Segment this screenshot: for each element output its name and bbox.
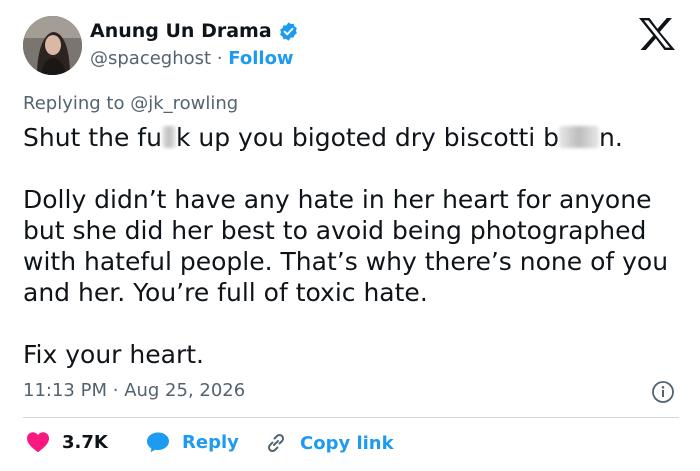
follow-button[interactable]: Follow xyxy=(228,48,293,69)
censor-blur xyxy=(559,126,600,148)
divider xyxy=(23,417,679,418)
replying-prefix: Replying to xyxy=(23,93,125,114)
link-icon xyxy=(267,433,285,453)
tweet-timestamp[interactable]: 11:13 PM · Aug 25, 2026 xyxy=(23,380,245,401)
tweet-time[interactable]: 11:13 PM xyxy=(23,380,107,401)
tweet-text-part: k up you bigoted dry biscotti b xyxy=(175,123,560,152)
verified-badge-icon xyxy=(279,21,297,41)
like-button[interactable]: 3.7K xyxy=(26,431,108,453)
author-name-row[interactable]: Anung Un Drama xyxy=(90,20,299,42)
x-logo-icon[interactable] xyxy=(638,18,676,50)
tweet-text: Shut the fu k up you bigoted dry biscotti… xyxy=(23,122,683,370)
replying-mention-link[interactable]: @jk_rowling xyxy=(130,93,238,114)
tweet-text-part: Shut the fu xyxy=(23,123,162,152)
copy-link-label: Copy link xyxy=(300,432,394,454)
handle-separator: · xyxy=(216,48,223,69)
tweet-date[interactable]: Aug 25, 2026 xyxy=(124,380,245,401)
heart-icon xyxy=(27,432,49,453)
tweet-paragraph-1: Shut the fu k up you bigoted dry biscotti… xyxy=(23,122,683,153)
avatar[interactable] xyxy=(23,16,82,75)
timestamp-separator: · xyxy=(112,380,119,401)
reply-label: Reply xyxy=(182,431,239,453)
copy-link-button[interactable]: Copy link xyxy=(264,431,394,455)
speech-bubble-icon xyxy=(147,432,169,453)
tweet-paragraph-3: Fix your heart. xyxy=(23,340,204,369)
censor-blur xyxy=(161,126,176,148)
handle-row: @spaceghost · Follow xyxy=(90,48,294,69)
info-icon[interactable] xyxy=(651,380,675,404)
replying-to: Replying to @jk_rowling xyxy=(23,93,238,114)
author-handle[interactable]: @spaceghost xyxy=(90,48,211,69)
author-display-name[interactable]: Anung Un Drama xyxy=(90,20,272,42)
reply-button[interactable]: Reply xyxy=(146,431,239,453)
tweet-text-part: n. xyxy=(599,123,623,152)
tweet-paragraph-2: Dolly didn’t have any hate in her heart … xyxy=(23,185,669,307)
like-count: 3.7K xyxy=(62,431,108,453)
